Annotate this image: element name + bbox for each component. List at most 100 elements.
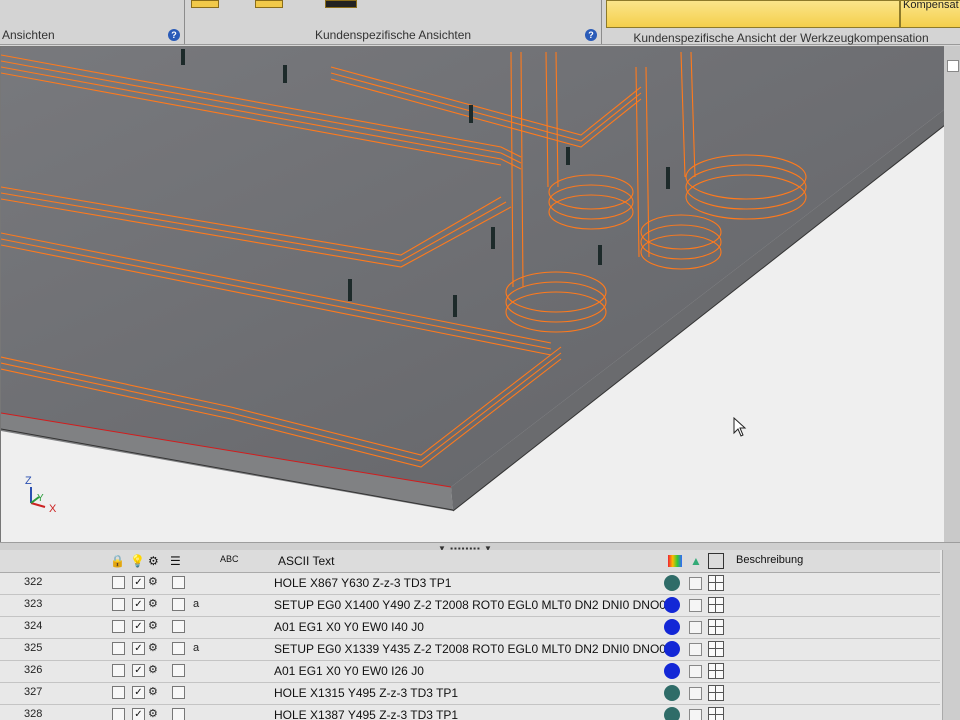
table-row[interactable]: 322 ✓ ⚙ HOLE X867 Y630 Z-z-3 TD3 TP1 (0, 572, 940, 595)
row-checkbox-list[interactable] (172, 642, 185, 655)
row-checkbox-list[interactable] (172, 576, 185, 589)
bulb-icon[interactable]: 💡 (130, 554, 145, 568)
compensation-button[interactable]: Kompensat (900, 0, 960, 28)
scroll-up-icon[interactable] (947, 60, 959, 72)
ribbon-group-custom-views: Kundenspezifische Ansichten ? (185, 0, 602, 44)
row-number: 326 (24, 664, 43, 676)
ribbon: Ansichten ? Kundenspezifische Ansichten … (0, 0, 960, 45)
row-checkbox-lock[interactable] (112, 598, 125, 611)
help-icon[interactable]: ? (168, 29, 180, 41)
grid-view-icon[interactable] (708, 663, 724, 679)
row-checkbox-shape[interactable] (689, 621, 702, 634)
row-checkbox-shape[interactable] (689, 709, 702, 720)
ribbon-group-tool-compensation: Kompensat Kundenspezifische Ansicht der … (602, 0, 960, 45)
row-checkbox-lock[interactable] (112, 664, 125, 677)
row-checkbox-list[interactable] (172, 598, 185, 611)
ascii-text-cell[interactable]: A01 EG1 X0 Y0 EW0 I40 J0 (274, 620, 424, 634)
row-number: 328 (24, 708, 43, 720)
ascii-text-cell[interactable]: SETUP EG0 X1339 Y435 Z-2 T2008 ROT0 EGL0… (274, 642, 679, 656)
axis-y-label: Y (37, 493, 44, 504)
grid-header: 🔒 💡 ⚙ ☰ ABC ASCII Text ▲ Beschreibung (0, 550, 940, 573)
tool-icon[interactable]: ⚙ (148, 554, 159, 568)
row-flag: a (193, 642, 200, 654)
ascii-text-cell[interactable]: HOLE X1387 Y495 Z-z-3 TD3 TP1 (274, 708, 458, 720)
row-checkbox-visible[interactable]: ✓ (132, 576, 145, 589)
program-grid: 🔒 💡 ⚙ ☰ ABC ASCII Text ▲ Beschreibung 32… (0, 550, 960, 720)
shapes-icon[interactable]: ▲ (690, 554, 702, 568)
ascii-text-cell[interactable]: HOLE X867 Y630 Z-z-3 TD3 TP1 (274, 576, 451, 590)
grid-view-icon[interactable] (708, 707, 724, 720)
status-dot-icon (664, 619, 680, 635)
workpiece-wireframe (1, 47, 945, 512)
table-row[interactable]: 327 ✓ ⚙ HOLE X1315 Y495 Z-z-3 TD3 TP1 (0, 682, 940, 705)
list-icon[interactable]: ☰ (170, 554, 181, 568)
ascii-text-cell[interactable]: SETUP EG0 X1400 Y490 Z-2 T2008 ROT0 EGL0… (274, 598, 679, 612)
table-row[interactable]: 323 ✓ ⚙ a SETUP EG0 X1400 Y490 Z-2 T2008 ROT… (0, 594, 940, 617)
mouse-cursor-icon (733, 417, 747, 437)
row-checkbox-list[interactable] (172, 664, 185, 677)
grid-view-icon[interactable] (708, 685, 724, 701)
row-checkbox-visible[interactable]: ✓ (132, 620, 145, 633)
row-checkbox-visible[interactable]: ✓ (132, 686, 145, 699)
row-number: 322 (24, 576, 43, 588)
view-button[interactable] (325, 0, 357, 8)
tool-icon: ⚙ (148, 642, 158, 654)
grid-view-icon[interactable] (708, 619, 724, 635)
compensation-button-label: Kompensat (903, 0, 959, 11)
row-checkbox-lock[interactable] (112, 686, 125, 699)
row-checkbox-shape[interactable] (689, 643, 702, 656)
row-checkbox-list[interactable] (172, 686, 185, 699)
table-row[interactable]: 324 ✓ ⚙ A01 EG1 X0 Y0 EW0 I40 J0 (0, 616, 940, 639)
grid-view-icon[interactable] (708, 597, 724, 613)
grid-view-icon[interactable] (708, 641, 724, 657)
table-row[interactable]: 326 ✓ ⚙ A01 EG1 X0 Y0 EW0 I26 J0 (0, 660, 940, 683)
row-checkbox-list[interactable] (172, 620, 185, 633)
grid-view-icon[interactable] (708, 575, 724, 591)
row-checkbox-lock[interactable] (112, 576, 125, 589)
table-row[interactable]: 328 ✓ ⚙ HOLE X1387 Y495 Z-z-3 TD3 TP1 (0, 704, 940, 720)
ribbon-group-views: Ansichten ? (0, 0, 185, 44)
table-row[interactable]: 325 ✓ ⚙ a SETUP EG0 X1339 Y435 Z-2 T2008 ROT… (0, 638, 940, 661)
row-checkbox-visible[interactable]: ✓ (132, 642, 145, 655)
lock-icon[interactable]: 🔒 (110, 554, 125, 568)
row-number: 327 (24, 686, 43, 698)
row-number: 324 (24, 620, 43, 632)
view-button[interactable] (255, 0, 283, 8)
text-column-header[interactable]: ABC (220, 554, 239, 564)
status-dot-icon (664, 597, 680, 613)
tool-icon: ⚙ (148, 664, 158, 676)
tool-icon: ⚙ (148, 576, 158, 588)
tool-icon: ⚙ (148, 686, 158, 698)
tool-icon: ⚙ (148, 620, 158, 632)
row-checkbox-visible[interactable]: ✓ (132, 664, 145, 677)
view-button[interactable] (191, 0, 219, 8)
row-checkbox-shape[interactable] (689, 687, 702, 700)
status-dot-icon (664, 685, 680, 701)
row-checkbox-lock[interactable] (112, 708, 125, 720)
row-checkbox-visible[interactable]: ✓ (132, 708, 145, 720)
status-dot-icon (664, 707, 680, 720)
row-checkbox-lock[interactable] (112, 620, 125, 633)
ribbon-group-label: Ansichten (2, 28, 55, 42)
row-checkbox-shape[interactable] (689, 599, 702, 612)
help-icon[interactable]: ? (585, 29, 597, 41)
status-dot-icon (664, 641, 680, 657)
status-dot-icon (664, 663, 680, 679)
3d-viewport[interactable]: Z Y X (0, 46, 946, 544)
row-checkbox-lock[interactable] (112, 642, 125, 655)
compensation-outline-button[interactable] (606, 0, 900, 28)
row-number: 325 (24, 642, 43, 654)
ascii-text-header[interactable]: ASCII Text (278, 554, 334, 568)
row-checkbox-shape[interactable] (689, 577, 702, 590)
grid-scrollbar[interactable] (942, 550, 960, 720)
description-header[interactable]: Beschreibung (736, 554, 803, 566)
ascii-text-cell[interactable]: HOLE X1315 Y495 Z-z-3 TD3 TP1 (274, 686, 458, 700)
tool-icon: ⚙ (148, 598, 158, 610)
viewport-scrollbar[interactable] (944, 46, 960, 542)
row-checkbox-visible[interactable]: ✓ (132, 598, 145, 611)
row-checkbox-list[interactable] (172, 708, 185, 720)
ascii-text-cell[interactable]: A01 EG1 X0 Y0 EW0 I26 J0 (274, 664, 424, 678)
grid-view-icon[interactable] (708, 553, 724, 569)
row-checkbox-shape[interactable] (689, 665, 702, 678)
color-icon[interactable] (668, 555, 682, 567)
